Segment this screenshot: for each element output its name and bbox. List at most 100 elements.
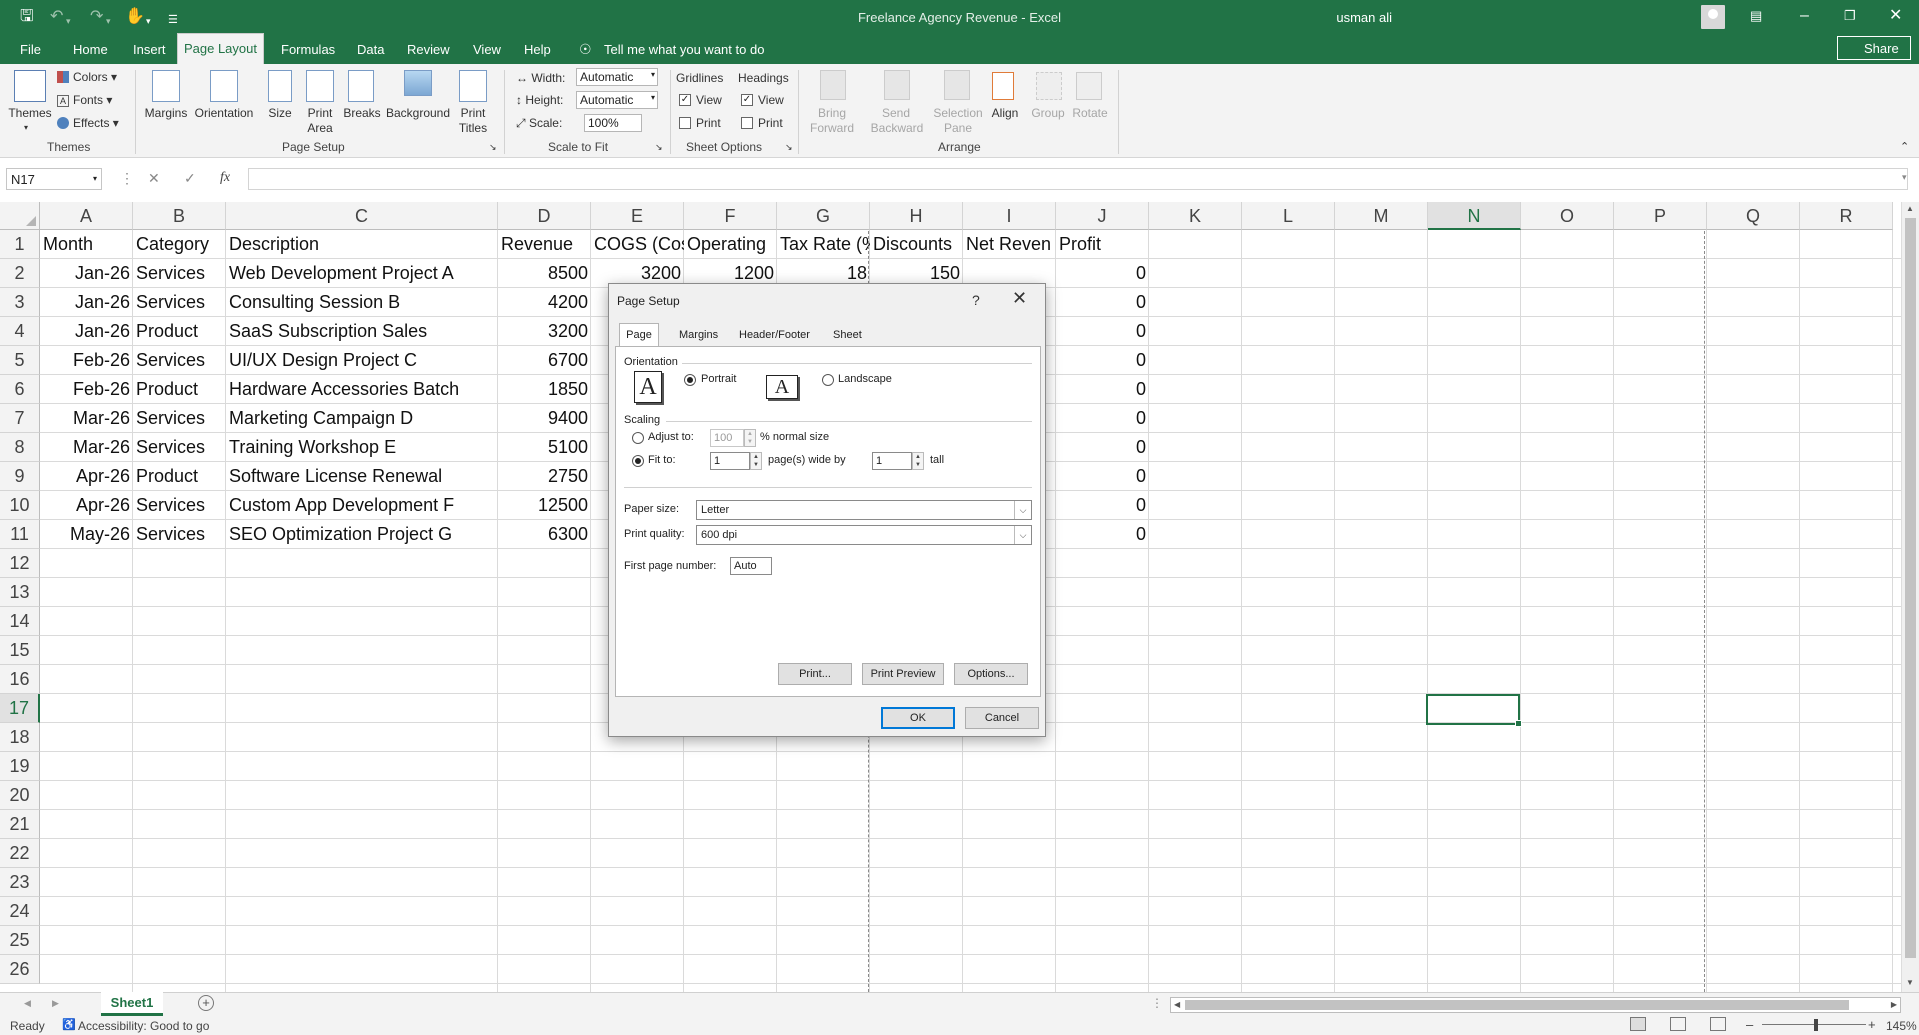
group-button[interactable]: Group	[1028, 106, 1068, 121]
cell-j11[interactable]: 0	[1056, 520, 1149, 549]
row-header-6[interactable]: 6	[0, 375, 40, 404]
scroll-up-icon[interactable]: ▲	[1906, 204, 1914, 213]
cell-d5[interactable]: 6700	[498, 346, 591, 375]
cell-b10[interactable]: Services	[133, 491, 226, 520]
scroll-left-icon[interactable]: ◀	[1174, 1000, 1180, 1009]
tab-page[interactable]: Page	[619, 323, 659, 347]
horizontal-scrollbar[interactable]: ◀ ▶	[1170, 997, 1901, 1013]
paper-size-select[interactable]: Letter ⌵	[696, 500, 1032, 520]
column-header-g[interactable]: G	[777, 202, 870, 230]
column-header-q[interactable]: Q	[1707, 202, 1800, 230]
close-icon[interactable]: ✕	[1012, 288, 1027, 309]
row-header-20[interactable]: 20	[0, 781, 40, 810]
cell-a10[interactable]: Apr-26	[40, 491, 133, 520]
cell-a9[interactable]: Apr-26	[40, 462, 133, 491]
cell-d8[interactable]: 5100	[498, 433, 591, 462]
landscape-radio[interactable]	[822, 374, 834, 386]
tell-me-search[interactable]: Tell me what you want to do	[604, 42, 764, 57]
column-header-l[interactable]: L	[1242, 202, 1335, 230]
effects-button[interactable]: Effects ▾	[57, 116, 119, 130]
prev-sheet-icon[interactable]: ◀	[24, 998, 31, 1009]
cancel-entry-icon[interactable]: ✕	[148, 170, 160, 187]
restore-icon[interactable]: ❐	[1844, 8, 1856, 24]
align-button[interactable]: Align	[988, 106, 1022, 121]
cell-b2[interactable]: Services	[133, 259, 226, 288]
zoom-in-icon[interactable]: +	[1868, 1017, 1876, 1032]
name-box[interactable]: N17 ▾	[6, 168, 102, 190]
margins-button[interactable]: Margins	[144, 106, 188, 121]
fit-tall-spinner-icon[interactable]: ▲ ▼	[912, 452, 924, 470]
cell-j2[interactable]: 0	[1056, 259, 1149, 288]
cell-d9[interactable]: 2750	[498, 462, 591, 491]
zoom-out-icon[interactable]: –	[1746, 1017, 1753, 1032]
row-header-12[interactable]: 12	[0, 549, 40, 578]
cell-a5[interactable]: Feb-26	[40, 346, 133, 375]
cell-j1[interactable]: Profit	[1056, 230, 1149, 259]
adjust-to-input[interactable]: 100	[710, 429, 744, 447]
cell-j8[interactable]: 0	[1056, 433, 1149, 462]
cell-d10[interactable]: 12500	[498, 491, 591, 520]
vertical-scrollbar[interactable]: ▲ ▼	[1901, 202, 1919, 992]
row-header-22[interactable]: 22	[0, 839, 40, 868]
next-sheet-icon[interactable]: ▶	[52, 998, 59, 1009]
cell-a6[interactable]: Feb-26	[40, 375, 133, 404]
column-header-h[interactable]: H	[870, 202, 963, 230]
row-header-21[interactable]: 21	[0, 810, 40, 839]
height-select[interactable]: Automatic ▾	[576, 91, 658, 109]
cell-d6[interactable]: 1850	[498, 375, 591, 404]
cell-c9[interactable]: Software License Renewal	[226, 462, 498, 491]
close-window-icon[interactable]: ✕	[1889, 8, 1902, 24]
accessibility-status[interactable]: Accessibility: Good to go	[78, 1019, 209, 1033]
column-header-r[interactable]: R	[1800, 202, 1893, 230]
row-header-26[interactable]: 26	[0, 955, 40, 984]
row-header-5[interactable]: 5	[0, 346, 40, 375]
cell-a2[interactable]: Jan-26	[40, 259, 133, 288]
breaks-button[interactable]: Breaks	[342, 106, 382, 121]
selection-pane-button[interactable]: Selection	[932, 106, 984, 121]
first-page-input[interactable]: Auto	[730, 557, 772, 575]
cell-b11[interactable]: Services	[133, 520, 226, 549]
cell-b6[interactable]: Product	[133, 375, 226, 404]
cell-a8[interactable]: Mar-26	[40, 433, 133, 462]
column-header-f[interactable]: F	[684, 202, 777, 230]
normal-view-icon[interactable]	[1630, 1017, 1646, 1031]
cell-a4[interactable]: Jan-26	[40, 317, 133, 346]
cell-a1[interactable]: Month	[40, 230, 133, 259]
column-header-k[interactable]: K	[1149, 202, 1242, 230]
headings-print-checkbox[interactable]	[741, 117, 753, 129]
column-header-d[interactable]: D	[498, 202, 591, 230]
row-header-17[interactable]: 17	[0, 694, 40, 723]
cell-c7[interactable]: Marketing Campaign D	[226, 404, 498, 433]
scroll-right-icon[interactable]: ▶	[1891, 1000, 1897, 1009]
scale-spinner[interactable]: 100%	[584, 114, 642, 132]
cell-a3[interactable]: Jan-26	[40, 288, 133, 317]
options-button[interactable]: Options...	[954, 663, 1028, 685]
row-header-18[interactable]: 18	[0, 723, 40, 752]
tab-insert[interactable]: Insert	[133, 42, 166, 57]
gridlines-print-checkbox[interactable]	[679, 117, 691, 129]
fit-tall-input[interactable]: 1	[872, 452, 912, 470]
fit-to-label[interactable]: Fit to:	[648, 454, 676, 466]
cell-j5[interactable]: 0	[1056, 346, 1149, 375]
cell-i1[interactable]: Net Reven	[963, 230, 1056, 259]
cell-d1[interactable]: Revenue	[498, 230, 591, 259]
cell-j6[interactable]: 0	[1056, 375, 1149, 404]
cell-j3[interactable]: 0	[1056, 288, 1149, 317]
row-header-24[interactable]: 24	[0, 897, 40, 926]
cell-b3[interactable]: Services	[133, 288, 226, 317]
cell-c6[interactable]: Hardware Accessories Batch	[226, 375, 498, 404]
row-header-23[interactable]: 23	[0, 868, 40, 897]
cell-d4[interactable]: 3200	[498, 317, 591, 346]
row-header-2[interactable]: 2	[0, 259, 40, 288]
cell-j10[interactable]: 0	[1056, 491, 1149, 520]
cell-c4[interactable]: SaaS Subscription Sales	[226, 317, 498, 346]
cell-j4[interactable]: 0	[1056, 317, 1149, 346]
column-header-o[interactable]: O	[1521, 202, 1614, 230]
tab-view[interactable]: View	[473, 42, 501, 57]
cell-j7[interactable]: 0	[1056, 404, 1149, 433]
headings-view-checkbox[interactable]: ✓	[741, 94, 753, 106]
tab-home[interactable]: Home	[73, 42, 108, 57]
fit-wide-input[interactable]: 1	[710, 452, 750, 470]
row-header-15[interactable]: 15	[0, 636, 40, 665]
landscape-label[interactable]: Landscape	[838, 373, 892, 385]
